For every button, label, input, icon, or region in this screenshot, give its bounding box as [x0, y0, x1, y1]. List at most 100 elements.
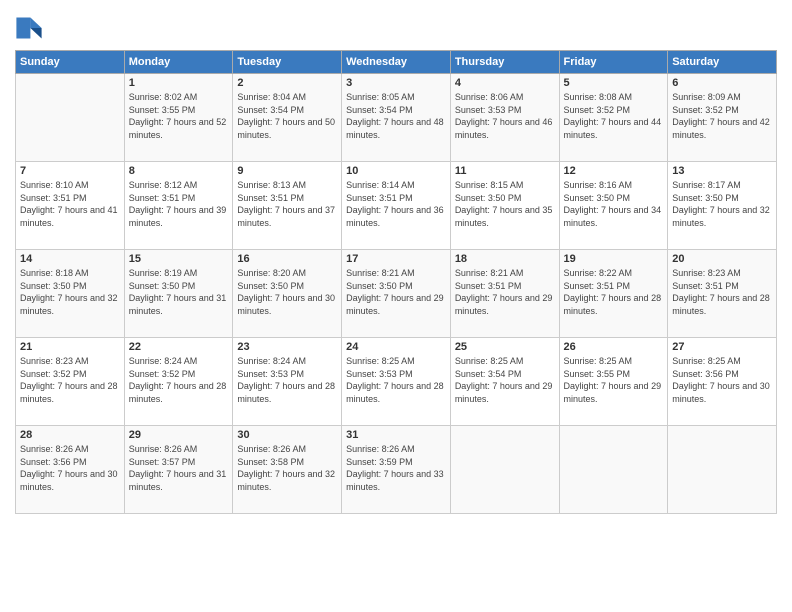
day-info: Sunrise: 8:18 AMSunset: 3:50 PMDaylight:… — [20, 267, 120, 317]
day-number: 6 — [672, 77, 772, 89]
day-number: 17 — [346, 253, 446, 265]
day-info: Sunrise: 8:23 AMSunset: 3:52 PMDaylight:… — [20, 355, 120, 405]
calendar-cell: 26 Sunrise: 8:25 AMSunset: 3:55 PMDayligh… — [559, 338, 668, 426]
day-info: Sunrise: 8:25 AMSunset: 3:56 PMDaylight:… — [672, 355, 772, 405]
calendar-cell: 5 Sunrise: 8:08 AMSunset: 3:52 PMDaylight… — [559, 74, 668, 162]
calendar-week-row: 1Sunrise: 8:02 AMSunset: 3:55 PMDaylight… — [16, 74, 777, 162]
day-info: Sunrise: 8:14 AMSunset: 3:51 PMDaylight:… — [346, 179, 446, 229]
calendar-cell: 21 Sunrise: 8:23 AMSunset: 3:52 PMDayligh… — [16, 338, 125, 426]
calendar-cell: 28 Sunrise: 8:26 AMSunset: 3:56 PMDayligh… — [16, 426, 125, 514]
day-number: 18 — [455, 253, 555, 265]
day-number: 26 — [564, 341, 664, 353]
day-info: Sunrise: 8:08 AMSunset: 3:52 PMDaylight:… — [564, 91, 664, 141]
day-info: Sunrise: 8:25 AMSunset: 3:54 PMDaylight:… — [455, 355, 555, 405]
day-number: 27 — [672, 341, 772, 353]
day-number: 5 — [564, 77, 664, 89]
day-info: Sunrise: 8:24 AMSunset: 3:52 PMDaylight:… — [129, 355, 229, 405]
day-number: 9 — [237, 165, 337, 177]
calendar-cell: 19 Sunrise: 8:22 AMSunset: 3:51 PMDayligh… — [559, 250, 668, 338]
calendar-cell: 16Sunrise: 8:20 AMSunset: 3:50 PMDayligh… — [233, 250, 342, 338]
day-number: 12 — [564, 165, 664, 177]
calendar-cell — [450, 426, 559, 514]
day-number: 4 — [455, 77, 555, 89]
calendar-cell: 17 Sunrise: 8:21 AMSunset: 3:50 PMDayligh… — [342, 250, 451, 338]
calendar-cell: 2Sunrise: 8:04 AMSunset: 3:54 PMDaylight… — [233, 74, 342, 162]
day-info: Sunrise: 8:20 AMSunset: 3:50 PMDaylight:… — [237, 267, 337, 317]
day-number: 30 — [237, 429, 337, 441]
day-number: 31 — [346, 429, 446, 441]
calendar-cell: 8 Sunrise: 8:12 AMSunset: 3:51 PMDaylight… — [124, 162, 233, 250]
day-info: Sunrise: 8:26 AMSunset: 3:56 PMDaylight:… — [20, 443, 120, 493]
day-info: Sunrise: 8:25 AMSunset: 3:53 PMDaylight:… — [346, 355, 446, 405]
calendar-page: SundayMondayTuesdayWednesdayThursdayFrid… — [0, 0, 792, 612]
calendar-cell: 1Sunrise: 8:02 AMSunset: 3:55 PMDaylight… — [124, 74, 233, 162]
calendar-cell: 30 Sunrise: 8:26 AMSunset: 3:58 PMDayligh… — [233, 426, 342, 514]
calendar-cell: 18 Sunrise: 8:21 AMSunset: 3:51 PMDayligh… — [450, 250, 559, 338]
day-number: 13 — [672, 165, 772, 177]
day-info: Sunrise: 8:24 AMSunset: 3:53 PMDaylight:… — [237, 355, 337, 405]
calendar-week-row: 28 Sunrise: 8:26 AMSunset: 3:56 PMDayligh… — [16, 426, 777, 514]
day-number: 7 — [20, 165, 120, 177]
calendar-cell — [16, 74, 125, 162]
day-info: Sunrise: 8:25 AMSunset: 3:55 PMDaylight:… — [564, 355, 664, 405]
day-info: Sunrise: 8:26 AMSunset: 3:58 PMDaylight:… — [237, 443, 337, 493]
day-info: Sunrise: 8:12 AMSunset: 3:51 PMDaylight:… — [129, 179, 229, 229]
weekday-row: SundayMondayTuesdayWednesdayThursdayFrid… — [16, 51, 777, 74]
calendar-cell — [559, 426, 668, 514]
day-info: Sunrise: 8:10 AMSunset: 3:51 PMDaylight:… — [20, 179, 120, 229]
calendar-cell: 23Sunrise: 8:24 AMSunset: 3:53 PMDayligh… — [233, 338, 342, 426]
day-info: Sunrise: 8:02 AMSunset: 3:55 PMDaylight:… — [129, 91, 229, 141]
weekday-header: Wednesday — [342, 51, 451, 74]
calendar-cell: 12 Sunrise: 8:16 AMSunset: 3:50 PMDayligh… — [559, 162, 668, 250]
calendar-cell: 24 Sunrise: 8:25 AMSunset: 3:53 PMDayligh… — [342, 338, 451, 426]
weekday-header: Friday — [559, 51, 668, 74]
calendar-cell: 22 Sunrise: 8:24 AMSunset: 3:52 PMDayligh… — [124, 338, 233, 426]
day-info: Sunrise: 8:21 AMSunset: 3:50 PMDaylight:… — [346, 267, 446, 317]
calendar-cell: 4 Sunrise: 8:06 AMSunset: 3:53 PMDaylight… — [450, 74, 559, 162]
calendar-table: SundayMondayTuesdayWednesdayThursdayFrid… — [15, 50, 777, 514]
logo — [15, 14, 45, 42]
day-info: Sunrise: 8:22 AMSunset: 3:51 PMDaylight:… — [564, 267, 664, 317]
calendar-cell — [668, 426, 777, 514]
day-number: 10 — [346, 165, 446, 177]
day-number: 25 — [455, 341, 555, 353]
day-info: Sunrise: 8:19 AMSunset: 3:50 PMDaylight:… — [129, 267, 229, 317]
calendar-cell: 25 Sunrise: 8:25 AMSunset: 3:54 PMDayligh… — [450, 338, 559, 426]
day-number: 20 — [672, 253, 772, 265]
day-info: Sunrise: 8:17 AMSunset: 3:50 PMDaylight:… — [672, 179, 772, 229]
day-number: 24 — [346, 341, 446, 353]
day-number: 21 — [20, 341, 120, 353]
page-header — [15, 10, 777, 42]
weekday-header: Thursday — [450, 51, 559, 74]
day-info: Sunrise: 8:05 AMSunset: 3:54 PMDaylight:… — [346, 91, 446, 141]
day-number: 3 — [346, 77, 446, 89]
calendar-cell: 7 Sunrise: 8:10 AMSunset: 3:51 PMDaylight… — [16, 162, 125, 250]
calendar-cell: 27 Sunrise: 8:25 AMSunset: 3:56 PMDayligh… — [668, 338, 777, 426]
calendar-cell: 9Sunrise: 8:13 AMSunset: 3:51 PMDaylight… — [233, 162, 342, 250]
calendar-cell: 3 Sunrise: 8:05 AMSunset: 3:54 PMDaylight… — [342, 74, 451, 162]
day-number: 2 — [237, 77, 337, 89]
day-number: 29 — [129, 429, 229, 441]
calendar-cell: 20Sunrise: 8:23 AMSunset: 3:51 PMDayligh… — [668, 250, 777, 338]
day-number: 14 — [20, 253, 120, 265]
day-info: Sunrise: 8:21 AMSunset: 3:51 PMDaylight:… — [455, 267, 555, 317]
day-number: 15 — [129, 253, 229, 265]
calendar-cell: 11Sunrise: 8:15 AMSunset: 3:50 PMDayligh… — [450, 162, 559, 250]
calendar-cell: 29 Sunrise: 8:26 AMSunset: 3:57 PMDayligh… — [124, 426, 233, 514]
day-info: Sunrise: 8:09 AMSunset: 3:52 PMDaylight:… — [672, 91, 772, 141]
logo-icon — [15, 14, 43, 42]
day-number: 19 — [564, 253, 664, 265]
day-info: Sunrise: 8:26 AMSunset: 3:57 PMDaylight:… — [129, 443, 229, 493]
calendar-week-row: 21 Sunrise: 8:23 AMSunset: 3:52 PMDayligh… — [16, 338, 777, 426]
weekday-header: Saturday — [668, 51, 777, 74]
day-info: Sunrise: 8:06 AMSunset: 3:53 PMDaylight:… — [455, 91, 555, 141]
calendar-week-row: 14 Sunrise: 8:18 AMSunset: 3:50 PMDayligh… — [16, 250, 777, 338]
weekday-header: Tuesday — [233, 51, 342, 74]
day-number: 22 — [129, 341, 229, 353]
calendar-week-row: 7 Sunrise: 8:10 AMSunset: 3:51 PMDaylight… — [16, 162, 777, 250]
weekday-header: Monday — [124, 51, 233, 74]
day-info: Sunrise: 8:16 AMSunset: 3:50 PMDaylight:… — [564, 179, 664, 229]
day-number: 8 — [129, 165, 229, 177]
calendar-cell: 31Sunrise: 8:26 AMSunset: 3:59 PMDayligh… — [342, 426, 451, 514]
day-number: 28 — [20, 429, 120, 441]
